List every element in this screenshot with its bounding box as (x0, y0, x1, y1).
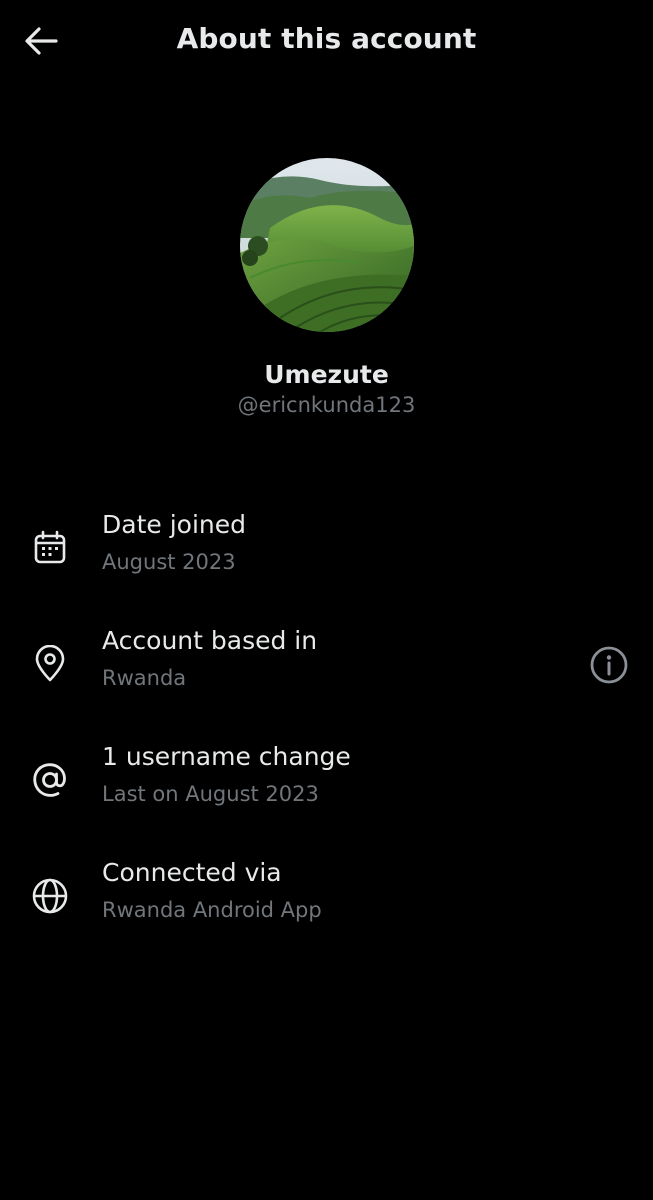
row-subtitle: Rwanda (102, 666, 187, 690)
display-name: Umezute (264, 360, 389, 389)
row-subtitle: Rwanda Android App (102, 898, 322, 922)
row-subtitle: August 2023 (102, 550, 236, 574)
at-sign-icon (28, 758, 72, 802)
info-button[interactable] (586, 642, 632, 688)
row-title: 1 username change (102, 742, 351, 771)
info-circle-icon (590, 646, 628, 684)
row-username-changes: 1 username change Last on August 2023 (0, 742, 653, 832)
row-title: Account based in (102, 626, 318, 655)
page-title: About this account (176, 22, 477, 55)
row-title: Date joined (102, 510, 246, 539)
username-handle: @ericnkunda123 (237, 393, 416, 417)
top-app-bar: About this account (0, 0, 653, 82)
avatar[interactable] (240, 158, 414, 332)
row-connected-via: Connected via Rwanda Android App (0, 858, 653, 948)
row-subtitle: Last on August 2023 (102, 782, 319, 806)
green-hills-landscape-photo (240, 158, 414, 332)
location-pin-icon (28, 642, 72, 686)
row-title: Connected via (102, 858, 282, 887)
globe-icon (28, 874, 72, 918)
row-account-location: Account based in Rwanda (0, 626, 653, 716)
row-date-joined: Date joined August 2023 (0, 510, 653, 600)
calendar-icon (28, 526, 72, 570)
